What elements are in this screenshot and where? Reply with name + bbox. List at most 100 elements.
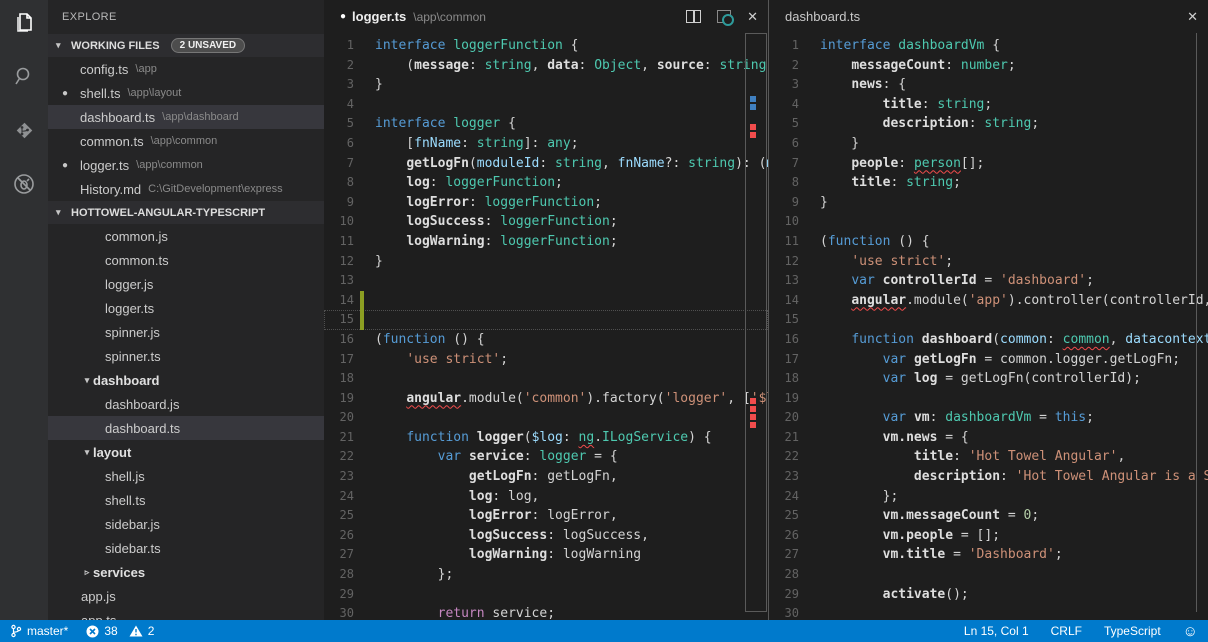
editor-2-code[interactable]: 1interface dashboardVm {2 messageCount: … <box>769 33 1208 620</box>
code-line-3[interactable]: 3} <box>324 75 768 95</box>
code-line-17[interactable]: 17 'use strict'; <box>324 350 768 370</box>
tree-item[interactable]: sidebar.ts <box>48 536 324 560</box>
code-line-27[interactable]: 27 logWarning: logWarning <box>324 545 768 565</box>
editor-1-overview-ruler[interactable] <box>744 33 768 620</box>
code-line-7[interactable]: 7 people: person[]; <box>769 154 1208 174</box>
code-line-26[interactable]: 26 logSuccess: logSuccess, <box>324 526 768 546</box>
code-line-21[interactable]: 21 function logger($log: ng.ILogService)… <box>324 428 768 448</box>
code-line-4[interactable]: 4 <box>324 95 768 115</box>
problems-status[interactable]: 38 2 <box>86 624 154 638</box>
code-line-8[interactable]: 8 title: string; <box>769 173 1208 193</box>
editor-1-title[interactable]: logger.ts <box>352 9 406 24</box>
working-file-item[interactable]: ●shell.ts\app\layout <box>48 81 324 105</box>
code-line-15[interactable]: 15 <box>769 310 1208 330</box>
code-line-17[interactable]: 17 var getLogFn = common.logger.getLogFn… <box>769 350 1208 370</box>
working-file-item[interactable]: ●logger.ts\app\common <box>48 153 324 177</box>
code-line-1[interactable]: 1interface dashboardVm { <box>769 36 1208 56</box>
tree-item[interactable]: dashboard.ts <box>48 416 324 440</box>
code-line-2[interactable]: 2 (message: string, data: Object, source… <box>324 56 768 76</box>
tree-item[interactable]: sidebar.js <box>48 512 324 536</box>
tree-item[interactable]: ▾dashboard <box>48 368 324 392</box>
code-line-29[interactable]: 29 <box>324 585 768 605</box>
code-line-10[interactable]: 10 <box>769 212 1208 232</box>
code-line-24[interactable]: 24 }; <box>769 487 1208 507</box>
code-line-11[interactable]: 11(function () { <box>769 232 1208 252</box>
code-line-11[interactable]: 11 logWarning: loggerFunction; <box>324 232 768 252</box>
code-line-19[interactable]: 19 <box>769 389 1208 409</box>
close-icon[interactable]: ✕ <box>1187 9 1198 25</box>
code-line-13[interactable]: 13 var controllerId = 'dashboard'; <box>769 271 1208 291</box>
working-file-item[interactable]: common.ts\app\common <box>48 129 324 153</box>
debug-tab[interactable] <box>10 172 38 200</box>
split-editor-icon[interactable] <box>686 10 701 23</box>
code-line-6[interactable]: 6 [fnName: string]: any; <box>324 134 768 154</box>
tree-item[interactable]: dashboard.js <box>48 392 324 416</box>
tree-item[interactable]: shell.js <box>48 464 324 488</box>
code-line-12[interactable]: 12} <box>324 252 768 272</box>
code-line-18[interactable]: 18 var log = getLogFn(controllerId); <box>769 369 1208 389</box>
code-line-26[interactable]: 26 vm.people = []; <box>769 526 1208 546</box>
code-line-20[interactable]: 20 var vm: dashboardVm = this; <box>769 408 1208 428</box>
code-line-22[interactable]: 22 var service: logger = { <box>324 447 768 467</box>
tree-item[interactable]: common.js <box>48 224 324 248</box>
code-line-21[interactable]: 21 vm.news = { <box>769 428 1208 448</box>
working-file-item[interactable]: History.mdC:\GitDevelopment\express <box>48 177 324 201</box>
tree-item[interactable]: logger.js <box>48 272 324 296</box>
eol-indicator[interactable]: CRLF <box>1051 624 1082 638</box>
code-line-14[interactable]: 14 angular.module('app').controller(cont… <box>769 291 1208 311</box>
code-line-16[interactable]: 16(function () { <box>324 330 768 350</box>
language-mode[interactable]: TypeScript <box>1104 624 1161 638</box>
open-preview-icon[interactable] <box>717 10 731 23</box>
code-line-3[interactable]: 3 news: { <box>769 75 1208 95</box>
feedback-smiley-icon[interactable]: ☺ <box>1183 623 1198 640</box>
tree-item[interactable]: app.ts <box>48 608 324 620</box>
git-tab[interactable] <box>10 118 38 146</box>
cursor-position[interactable]: Ln 15, Col 1 <box>964 624 1029 638</box>
code-line-14[interactable]: 14 <box>324 291 768 311</box>
code-line-6[interactable]: 6 } <box>769 134 1208 154</box>
editor-1-code[interactable]: 1interface loggerFunction {2 (message: s… <box>324 33 768 620</box>
code-line-30[interactable]: 30 <box>769 604 1208 620</box>
tree-item[interactable]: spinner.js <box>48 320 324 344</box>
working-files-header[interactable]: ▾ WORKING FILES 2 UNSAVED <box>48 34 324 57</box>
code-line-20[interactable]: 20 <box>324 408 768 428</box>
git-branch-status[interactable]: master* <box>10 624 68 638</box>
tree-item[interactable]: ▾layout <box>48 440 324 464</box>
code-line-25[interactable]: 25 vm.messageCount = 0; <box>769 506 1208 526</box>
code-line-25[interactable]: 25 logError: logError, <box>324 506 768 526</box>
editor-2-scrollbar[interactable] <box>1196 33 1208 612</box>
folder-header[interactable]: ▾ HOTTOWEL-ANGULAR-TYPESCRIPT <box>48 201 324 224</box>
working-file-item[interactable]: dashboard.ts\app\dashboard <box>48 105 324 129</box>
close-icon[interactable]: ✕ <box>747 9 758 25</box>
code-line-28[interactable]: 28 }; <box>324 565 768 585</box>
code-line-10[interactable]: 10 logSuccess: loggerFunction; <box>324 212 768 232</box>
code-line-29[interactable]: 29 activate(); <box>769 585 1208 605</box>
code-line-27[interactable]: 27 vm.title = 'Dashboard'; <box>769 545 1208 565</box>
code-line-2[interactable]: 2 messageCount: number; <box>769 56 1208 76</box>
code-line-13[interactable]: 13 <box>324 271 768 291</box>
tree-item[interactable]: shell.ts <box>48 488 324 512</box>
code-line-24[interactable]: 24 log: log, <box>324 487 768 507</box>
working-file-item[interactable]: config.ts\app <box>48 57 324 81</box>
code-line-30[interactable]: 30 return service; <box>324 604 768 620</box>
code-line-23[interactable]: 23 description: 'Hot Towel Angular is a … <box>769 467 1208 487</box>
code-line-19[interactable]: 19 angular.module('common').factory('log… <box>324 389 768 409</box>
code-line-28[interactable]: 28 <box>769 565 1208 585</box>
code-line-23[interactable]: 23 getLogFn: getLogFn, <box>324 467 768 487</box>
code-line-22[interactable]: 22 title: 'Hot Towel Angular', <box>769 447 1208 467</box>
tree-item[interactable]: app.js <box>48 584 324 608</box>
code-line-12[interactable]: 12 'use strict'; <box>769 252 1208 272</box>
code-line-4[interactable]: 4 title: string; <box>769 95 1208 115</box>
code-line-7[interactable]: 7 getLogFn(moduleId: string, fnName?: st… <box>324 154 768 174</box>
tree-item[interactable]: logger.ts <box>48 296 324 320</box>
code-line-15[interactable]: 15 <box>324 310 768 330</box>
search-tab[interactable] <box>10 64 38 92</box>
code-line-1[interactable]: 1interface loggerFunction { <box>324 36 768 56</box>
tree-item[interactable]: ▹services <box>48 560 324 584</box>
tree-item[interactable]: spinner.ts <box>48 344 324 368</box>
editor-2-title[interactable]: dashboard.ts <box>785 9 860 24</box>
code-line-5[interactable]: 5interface logger { <box>324 114 768 134</box>
code-line-18[interactable]: 18 <box>324 369 768 389</box>
code-line-9[interactable]: 9 logError: loggerFunction; <box>324 193 768 213</box>
code-line-5[interactable]: 5 description: string; <box>769 114 1208 134</box>
